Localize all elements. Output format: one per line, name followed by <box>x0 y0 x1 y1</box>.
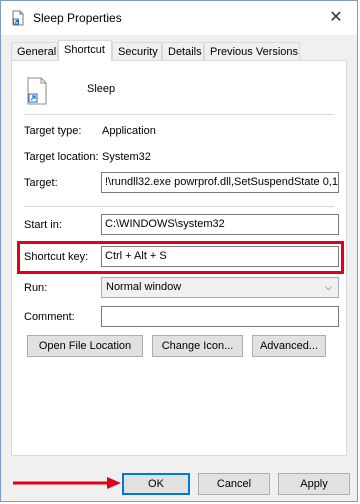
separator <box>24 206 334 207</box>
target-type-label: Target type: <box>24 125 82 137</box>
file-name: Sleep <box>87 83 116 95</box>
run-label: Run: <box>24 282 48 294</box>
ok-button[interactable]: OK <box>122 473 190 495</box>
shortcut-file-icon <box>27 77 47 105</box>
target-input[interactable]: !\rundll32.exe powrprof.dll,SetSuspendSt… <box>101 172 339 193</box>
highlight-box <box>17 241 344 274</box>
close-icon: ✕ <box>329 9 343 26</box>
tab-previous-versions[interactable]: Previous Versions <box>204 42 300 60</box>
run-select-value: Normal window <box>106 281 182 293</box>
tab-general[interactable]: General <box>11 42 58 60</box>
target-label: Target: <box>24 177 58 189</box>
title-bar: Sleep Properties ✕ <box>1 1 357 35</box>
arrow-icon <box>13 477 121 489</box>
separator <box>24 114 334 115</box>
shortcut-panel: Sleep Target type: Application Target lo… <box>11 60 347 456</box>
comment-label: Comment: <box>24 311 75 323</box>
cancel-button[interactable]: Cancel <box>198 473 270 495</box>
open-file-location-button[interactable]: Open File Location <box>27 335 143 357</box>
start-in-input[interactable]: C:\WINDOWS\system32 <box>101 214 339 235</box>
run-select[interactable]: Normal window ⌵ <box>101 277 339 298</box>
start-in-label: Start in: <box>24 219 62 231</box>
tab-security[interactable]: Security <box>112 42 162 60</box>
close-button[interactable]: ✕ <box>325 7 347 29</box>
target-type-value: Application <box>102 125 156 137</box>
properties-window: Sleep Properties ✕ General Shortcut Secu… <box>0 0 358 502</box>
change-icon-button[interactable]: Change Icon... <box>152 335 243 357</box>
tab-shortcut[interactable]: Shortcut <box>58 40 112 61</box>
advanced-button[interactable]: Advanced... <box>252 335 326 357</box>
window-title: Sleep Properties <box>33 11 122 25</box>
target-location-label: Target location: <box>24 151 99 163</box>
target-location-value: System32 <box>102 151 151 163</box>
comment-input[interactable] <box>101 306 339 327</box>
shortcut-file-icon <box>12 10 24 26</box>
apply-button[interactable]: Apply <box>278 473 350 495</box>
tab-details[interactable]: Details <box>162 42 204 60</box>
chevron-down-icon: ⌵ <box>325 282 332 292</box>
